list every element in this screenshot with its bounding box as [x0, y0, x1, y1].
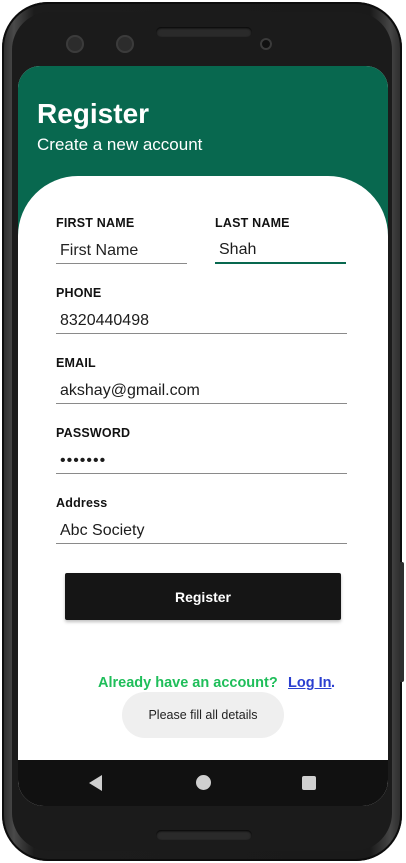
last-name-label: LAST NAME [215, 216, 290, 230]
first-name-label: FIRST NAME [56, 216, 135, 230]
email-field[interactable] [56, 378, 347, 404]
app-screen: Register Create a new account FIRST NAME… [18, 66, 388, 806]
recents-icon[interactable] [302, 776, 316, 790]
android-navbar [18, 760, 388, 806]
address-label: Address [56, 496, 108, 510]
register-button[interactable]: Register [65, 573, 341, 620]
password-field[interactable] [56, 448, 347, 474]
address-field[interactable] [56, 518, 347, 544]
sensor-icon [116, 35, 134, 53]
first-name-field[interactable] [56, 238, 187, 264]
home-icon[interactable] [196, 775, 211, 790]
top-speaker [156, 27, 252, 37]
toast-message: Please fill all details [122, 692, 284, 738]
back-icon[interactable] [89, 775, 102, 791]
proximity-sensor-icon [260, 38, 272, 50]
last-name-field[interactable] [215, 238, 346, 264]
login-suffix: . [331, 675, 336, 691]
front-camera-icon [66, 35, 84, 53]
phone-frame: Register Create a new account FIRST NAME… [2, 2, 404, 861]
page-title: Register [37, 98, 150, 129]
phone-label: PHONE [56, 286, 102, 300]
page-subtitle: Create a new account [37, 135, 203, 154]
password-label: PASSWORD [56, 426, 131, 440]
already-have-account-text: Already have an account? [98, 675, 278, 691]
phone-field[interactable] [56, 308, 347, 334]
power-button[interactable] [399, 562, 404, 682]
login-link[interactable]: Log In [288, 675, 332, 691]
email-label: EMAIL [56, 356, 96, 370]
bottom-speaker [156, 830, 252, 840]
